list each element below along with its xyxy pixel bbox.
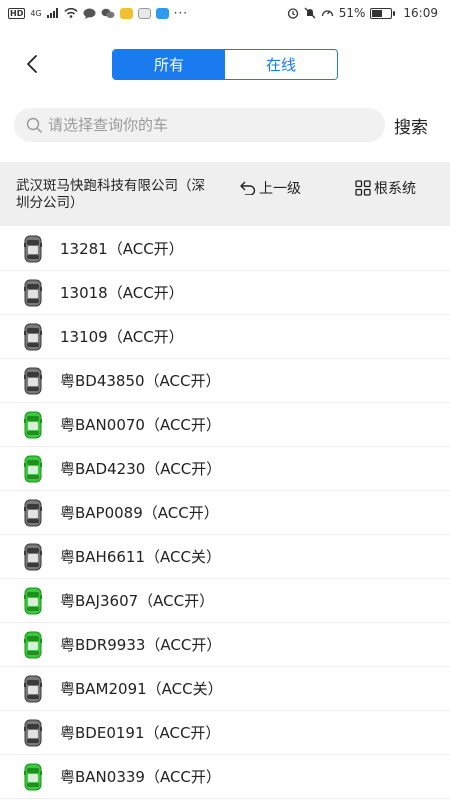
car-icon — [24, 279, 42, 307]
battery-level-fill — [372, 9, 382, 17]
car-icon — [24, 323, 42, 351]
root-system-button[interactable]: 根系统 — [355, 178, 416, 198]
alarm-icon — [287, 8, 298, 19]
browser-app-icon — [155, 7, 169, 19]
vehicle-label: 粤BAN0339（ACC开） — [60, 768, 221, 786]
vehicle-row[interactable]: 13018（ACC开） — [0, 271, 450, 315]
vehicle-row[interactable]: 粤BAP0089（ACC开） — [0, 491, 450, 535]
vehicle-label: 粤BAH6611（ACC关） — [60, 548, 221, 566]
up-level-button[interactable]: 上一级 — [240, 178, 301, 198]
wifi-icon — [64, 8, 78, 18]
clock-time: 16:09 — [403, 6, 438, 20]
battery-percentage: 51% — [338, 6, 366, 20]
up-level-label: 上一级 — [259, 181, 301, 197]
cellular-signal-icon — [46, 8, 58, 18]
vehicle-row[interactable]: 粤BDR9933（ACC开） — [0, 623, 450, 667]
undo-arrow-icon — [240, 181, 256, 195]
vehicle-label: 13109（ACC开） — [60, 328, 184, 346]
search-row: 搜索 — [0, 108, 450, 142]
car-icon — [24, 367, 42, 395]
vehicle-label: 粤BAD4230（ACC开） — [60, 460, 222, 478]
vehicle-label: 13281（ACC开） — [60, 240, 184, 258]
search-button[interactable]: 搜索 — [394, 113, 428, 138]
organization-bar: 武汉斑马快跑科技有限公司（深圳分公司） 上一级 根系统 — [0, 162, 450, 226]
vehicle-label: 粤BDE0191（ACC开） — [60, 724, 221, 742]
app-header: 所有 在线 — [0, 40, 450, 88]
car-icon — [24, 411, 42, 439]
vehicle-row[interactable]: 粤BAM2091（ACC关） — [0, 667, 450, 711]
message-app-icon — [83, 8, 96, 19]
status-bar-right: 51% 16:09 — [287, 6, 438, 20]
search-icon — [26, 117, 42, 133]
car-icon — [24, 499, 42, 527]
status-bar-left: HD 4G ··· — [8, 6, 188, 20]
car-icon — [24, 763, 42, 791]
chevron-left-icon — [27, 55, 37, 73]
qq-app-icon — [137, 7, 151, 19]
car-icon — [24, 543, 42, 571]
tab-online[interactable]: 在线 — [225, 50, 337, 79]
grid-icon — [355, 180, 371, 196]
battery-icon — [370, 7, 396, 19]
vehicle-label: 粤BAM2091（ACC关） — [60, 680, 223, 698]
car-icon — [24, 719, 42, 747]
car-icon — [24, 631, 42, 659]
car-icon — [24, 587, 42, 615]
network-type-label: 4G — [30, 8, 42, 18]
vehicle-label: 粤BAP0089（ACC开） — [60, 504, 219, 522]
vehicle-row[interactable]: 粤BAN0070（ACC开） — [0, 403, 450, 447]
vehicle-row[interactable]: 粤BDE0191（ACC开） — [0, 711, 450, 755]
wechat-icon — [101, 8, 115, 18]
vehicle-label: 13018（ACC开） — [60, 284, 184, 302]
vehicle-list: 13281（ACC开） 13018（ACC开） 13109（ACC开） 粤BD4… — [0, 227, 450, 799]
vehicle-label: 粤BAN0070（ACC开） — [60, 416, 221, 434]
vehicle-row[interactable]: 粤BAH6611（ACC关） — [0, 535, 450, 579]
speedometer-icon — [321, 10, 333, 17]
vehicle-label: 粤BAJ3607（ACC开） — [60, 592, 215, 610]
mail-app-icon — [119, 7, 133, 19]
vehicle-label: 粤BD43850（ACC开） — [60, 372, 221, 390]
organization-name: 武汉斑马快跑科技有限公司（深圳分公司） — [16, 178, 205, 211]
vehicle-label: 粤BDR9933（ACC开） — [60, 636, 222, 654]
vehicle-row[interactable]: 13281（ACC开） — [0, 227, 450, 271]
tab-all[interactable]: 所有 — [113, 50, 225, 79]
car-icon — [24, 455, 42, 483]
vehicle-row[interactable]: 粤BD43850（ACC开） — [0, 359, 450, 403]
back-button[interactable] — [18, 50, 46, 78]
mute-icon — [304, 7, 316, 19]
car-icon — [24, 235, 42, 263]
vehicle-row[interactable]: 13109（ACC开） — [0, 315, 450, 359]
hd-signal-label: HD — [8, 7, 26, 19]
status-bar: HD 4G ··· 51% 16:09 — [0, 0, 450, 26]
search-box[interactable] — [14, 108, 385, 142]
vehicle-row[interactable]: 粤BAD4230（ACC开） — [0, 447, 450, 491]
vehicle-row[interactable]: 粤BAJ3607（ACC开） — [0, 579, 450, 623]
root-system-label: 根系统 — [374, 181, 416, 197]
car-icon — [24, 675, 42, 703]
more-notifications-icon: ··· — [173, 6, 189, 20]
vehicle-row[interactable]: 粤BAN0339（ACC开） — [0, 755, 450, 799]
filter-segmented-control: 所有 在线 — [112, 49, 338, 80]
search-input[interactable] — [48, 116, 348, 134]
